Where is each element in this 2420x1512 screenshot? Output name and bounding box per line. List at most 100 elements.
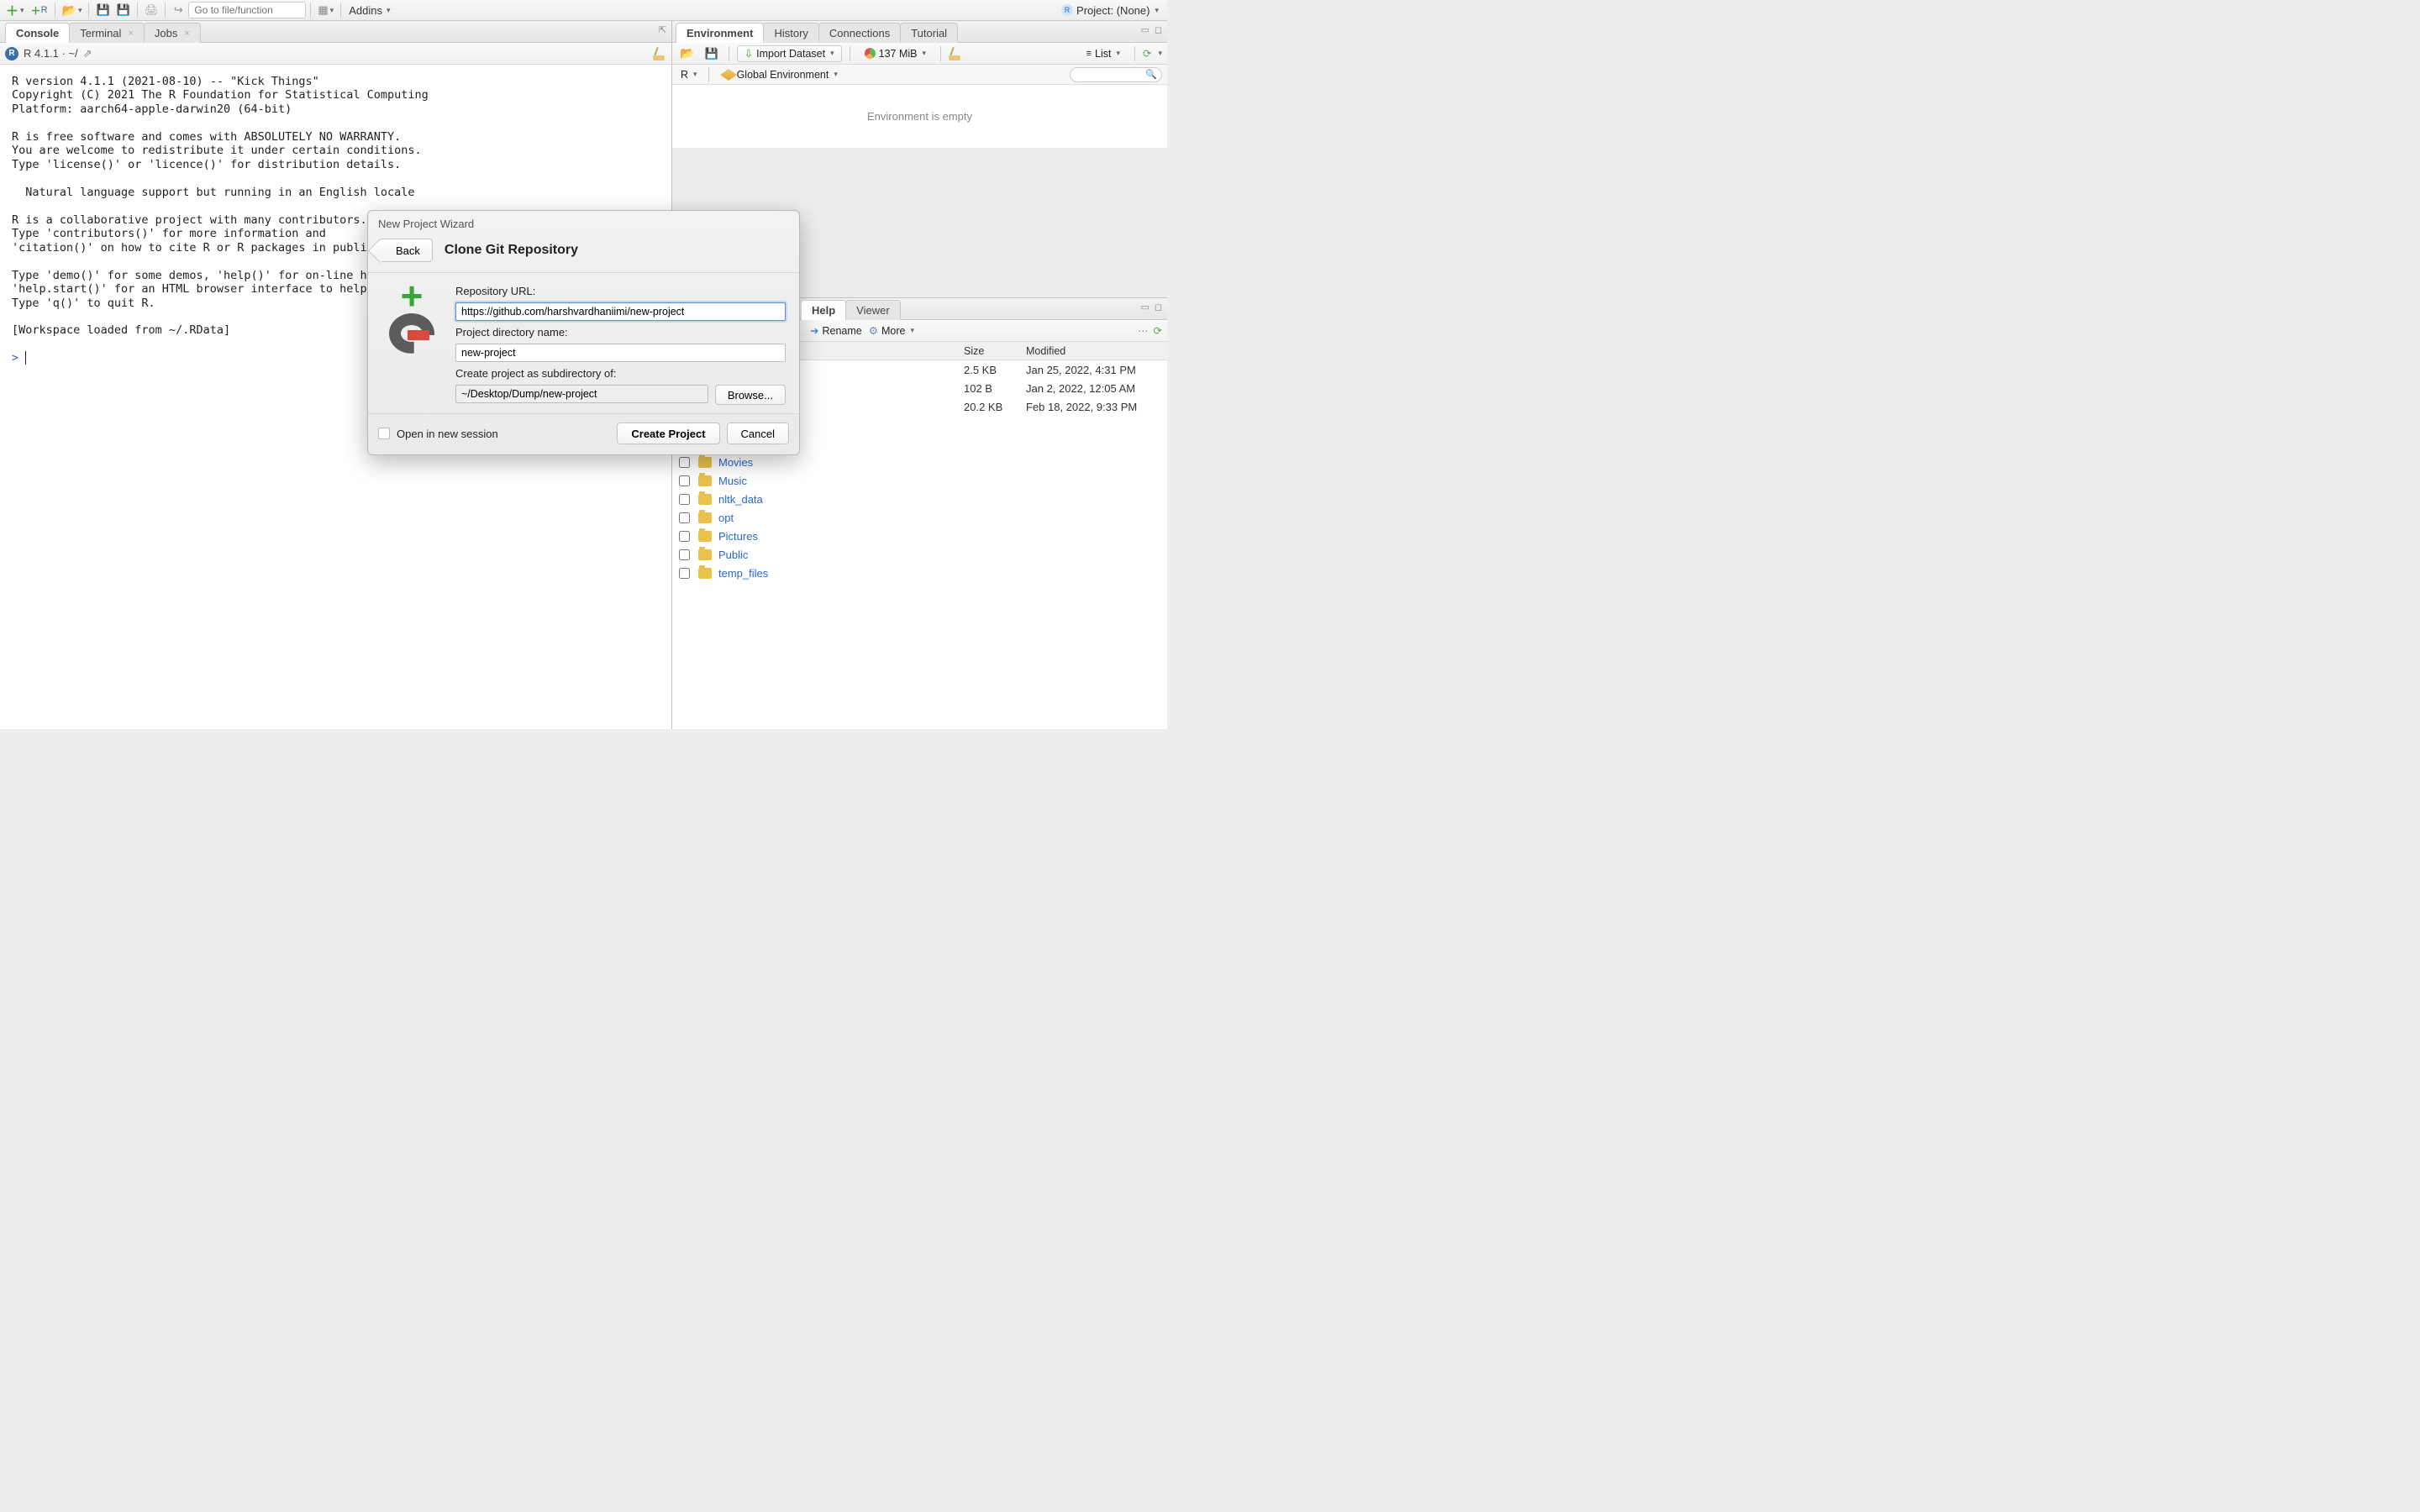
project-menu[interactable]: R Project: (None) ▾ (1061, 4, 1164, 17)
project-dir-input[interactable] (455, 344, 786, 362)
repo-url-input[interactable] (455, 302, 786, 321)
file-row[interactable]: Movies (672, 453, 1167, 471)
memory-usage-button[interactable]: 137 MiB ▾ (858, 45, 933, 62)
project-dir-label: Project directory name: (455, 326, 786, 339)
file-checkbox[interactable] (679, 512, 690, 523)
maximize-pane-icon[interactable]: ⇱ (659, 24, 666, 35)
tab-jobs[interactable]: Jobs × (144, 23, 201, 43)
folder-icon (698, 494, 712, 505)
separator (310, 3, 311, 18)
plus-icon: + (401, 285, 424, 308)
folder-icon (698, 531, 712, 542)
ellipsis-icon[interactable]: ⋯ (1138, 324, 1149, 337)
file-name[interactable]: opt (718, 512, 964, 524)
separator (165, 3, 166, 18)
file-size: 2.5 KB (964, 364, 1026, 376)
folder-icon (698, 568, 712, 579)
file-modified: Jan 2, 2022, 12:05 AM (1026, 382, 1167, 395)
new-project-wizard-dialog: New Project Wizard Back Clone Git Reposi… (367, 210, 800, 455)
save-button[interactable]: 💾 (93, 2, 112, 18)
subdir-label: Create project as subdirectory of: (455, 367, 786, 380)
tab-connections[interactable]: Connections (818, 23, 901, 43)
tab-label: Jobs (155, 27, 177, 39)
scope-selector[interactable]: Global Environment ▾ (717, 66, 844, 83)
file-row[interactable]: opt (672, 508, 1167, 527)
new-project-button[interactable]: ＋R (29, 2, 50, 18)
load-workspace-button[interactable]: 📂 (677, 45, 697, 62)
create-project-button[interactable]: Create Project (617, 423, 719, 444)
refresh-files-icon[interactable]: ⟳ (1154, 324, 1162, 337)
file-name[interactable]: Movies (718, 456, 964, 469)
open-file-button[interactable]: 📂▾ (60, 2, 85, 18)
gear-icon: ⚙ (869, 324, 878, 337)
separator (1134, 46, 1135, 61)
file-checkbox[interactable] (679, 457, 690, 468)
file-checkbox[interactable] (679, 531, 690, 542)
back-button[interactable]: Back (378, 239, 433, 262)
open-new-session-label: Open in new session (397, 428, 498, 440)
file-checkbox[interactable] (679, 549, 690, 560)
repo-url-label: Repository URL: (455, 285, 786, 297)
save-all-button[interactable]: 💾 (114, 2, 133, 18)
env-tabs: Environment History Connections Tutorial… (672, 21, 1167, 43)
tab-environment[interactable]: Environment (676, 23, 764, 43)
rename-button[interactable]: ➜ Rename (810, 324, 862, 337)
save-workspace-button[interactable]: 💾 (702, 45, 720, 62)
more-label: More (881, 325, 905, 337)
close-icon[interactable]: × (184, 29, 189, 39)
new-file-button[interactable]: ＋▾ (3, 2, 27, 18)
tab-console[interactable]: Console (5, 23, 70, 43)
env-scope-bar: R▾ Global Environment ▾ 🔍 (672, 65, 1167, 85)
tab-viewer[interactable]: Viewer (845, 300, 901, 320)
file-row[interactable]: Public (672, 545, 1167, 564)
view-mode-button[interactable]: ≡ List ▾ (1080, 45, 1127, 62)
modified-header[interactable]: Modified (1026, 345, 1167, 357)
browse-button[interactable]: Browse... (715, 385, 786, 405)
clear-console-icon[interactable] (653, 47, 666, 60)
more-button[interactable]: ⚙ More ▾ (869, 324, 914, 337)
file-row[interactable]: Pictures (672, 527, 1167, 545)
file-checkbox[interactable] (679, 568, 690, 579)
file-name[interactable]: nltk_data (718, 493, 964, 506)
tab-tutorial[interactable]: Tutorial (900, 23, 958, 43)
file-size: 102 B (964, 382, 1026, 395)
maximize-pane-icon[interactable]: ◻ (1155, 24, 1162, 35)
dialog-heading: Clone Git Repository (445, 243, 578, 258)
file-name[interactable]: Pictures (718, 530, 964, 543)
tab-label: Viewer (856, 304, 890, 317)
file-name[interactable]: Music (718, 475, 964, 487)
size-header[interactable]: Size (964, 345, 1026, 357)
minimize-pane-icon[interactable]: ▭ (1140, 24, 1149, 35)
language-selector[interactable]: R▾ (677, 66, 701, 83)
separator (88, 3, 89, 18)
panes-button[interactable]: ▦▾ (315, 2, 336, 18)
tab-help[interactable]: Help (801, 300, 846, 320)
maximize-pane-icon[interactable]: ◻ (1155, 302, 1162, 312)
minimize-pane-icon[interactable]: ▭ (1140, 302, 1149, 312)
memory-label: 137 MiB (879, 48, 918, 60)
print-button[interactable]: 🖨 (142, 2, 161, 18)
file-name[interactable]: temp_files (718, 567, 964, 580)
clear-env-icon[interactable] (949, 47, 962, 60)
main-toolbar: ＋▾ ＋R 📂▾ 💾 💾 🖨 ↪ ▦▾ Addins▾ R Project: (… (0, 0, 1167, 21)
cancel-button[interactable]: Cancel (727, 423, 789, 444)
file-row[interactable]: Music (672, 471, 1167, 490)
file-checkbox[interactable] (679, 494, 690, 505)
file-name[interactable]: Public (718, 549, 964, 561)
file-row[interactable]: temp_files (672, 564, 1167, 582)
console-prompt: > (12, 351, 18, 365)
refresh-icon[interactable]: ⟳ (1143, 47, 1151, 60)
tab-terminal[interactable]: Terminal× (69, 23, 145, 43)
import-dataset-button[interactable]: ⇩ Import Dataset ▾ (737, 45, 842, 62)
file-row[interactable]: nltk_data (672, 490, 1167, 508)
goto-input[interactable] (188, 2, 306, 18)
folder-icon (698, 457, 712, 468)
open-new-session-checkbox[interactable] (378, 428, 390, 439)
addins-menu[interactable]: Addins▾ (345, 4, 393, 17)
tab-label: History (774, 27, 808, 39)
file-checkbox[interactable] (679, 475, 690, 486)
subdir-input[interactable] (455, 385, 708, 403)
popout-icon[interactable]: ⇗ (83, 47, 92, 60)
tab-history[interactable]: History (763, 23, 818, 43)
close-icon[interactable]: × (128, 29, 133, 39)
